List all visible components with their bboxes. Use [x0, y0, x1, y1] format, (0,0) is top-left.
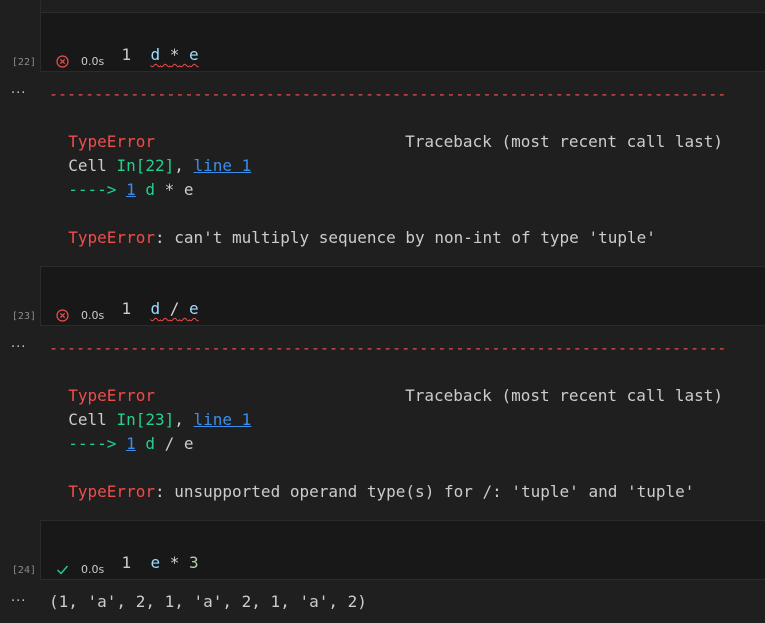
code-token: e: [183, 180, 194, 199]
line-number: 1: [121, 299, 132, 318]
arrow: ---->: [68, 434, 117, 453]
output-more-ellipsis[interactable]: ...: [11, 336, 26, 351]
code-token: *: [169, 45, 180, 64]
code-token: e: [189, 299, 199, 318]
code-token: *: [169, 553, 180, 572]
cell-result: (1, 'a', 2, 1, 'a', 2, 1, 'a', 2): [49, 592, 367, 611]
traceback-label: Traceback (most recent call last): [405, 386, 723, 405]
exec-time: 0.0s: [81, 308, 105, 322]
code-token: e: [189, 45, 199, 64]
code-token: d: [145, 434, 155, 453]
arrow: ---->: [68, 180, 117, 199]
output-more-ellipsis[interactable]: ...: [11, 590, 26, 605]
exec-time: 0.0s: [81, 562, 105, 576]
top-edge: [40, 0, 765, 12]
code-cell-22[interactable]: 1 d * e 0.0s: [40, 12, 765, 72]
execution-count: [22]: [11, 57, 36, 68]
arrow-line-link[interactable]: 1: [126, 180, 136, 199]
arrow-line-link[interactable]: 1: [126, 434, 136, 453]
cell-status: 0.0s: [55, 562, 104, 576]
code-token: d: [145, 180, 155, 199]
error-message-line: TypeError: can't multiply sequence by no…: [49, 202, 656, 250]
code-token: /: [169, 299, 180, 318]
code-token: e: [150, 553, 161, 572]
traceback-arrow-line: ----> 1 d / e: [49, 408, 194, 456]
traceback-separator: ----------------------------------------…: [49, 339, 727, 357]
line-link[interactable]: line 1: [194, 410, 252, 429]
output-more-ellipsis[interactable]: ...: [11, 82, 26, 97]
line-number: 1: [121, 45, 132, 64]
code-token: e: [183, 434, 194, 453]
code-token: d: [150, 45, 161, 64]
code-token: *: [164, 180, 175, 199]
cell-status: 0.0s: [55, 308, 104, 322]
error-circle-icon: [55, 308, 69, 322]
code-cell-24[interactable]: 1 e * 3 0.0s: [40, 520, 765, 580]
code-token: /: [164, 434, 175, 453]
error-message-line: TypeError: unsupported operand type(s) f…: [49, 456, 694, 504]
check-icon: [55, 562, 69, 576]
error-message: : can't multiply sequence by non-int of …: [154, 228, 656, 247]
code-token: 3: [189, 553, 199, 572]
error-message: : unsupported operand type(s) for /: 'tu…: [154, 482, 695, 501]
traceback-label: Traceback (most recent call last): [405, 132, 723, 151]
error-type: TypeError: [68, 228, 155, 247]
line-number: 1: [121, 553, 132, 572]
cell-status: 0.0s: [55, 54, 104, 68]
error-type: TypeError: [68, 482, 155, 501]
traceback-separator: ----------------------------------------…: [49, 85, 727, 103]
code-token: d: [150, 299, 161, 318]
exec-time: 0.0s: [81, 54, 105, 68]
traceback-arrow-line: ----> 1 d * e: [49, 154, 194, 202]
execution-count: [23]: [11, 311, 36, 322]
code-cell-23[interactable]: 1 d / e 0.0s: [40, 266, 765, 326]
line-link[interactable]: line 1: [194, 156, 252, 175]
error-circle-icon: [55, 54, 69, 68]
execution-count: [24]: [11, 565, 36, 576]
